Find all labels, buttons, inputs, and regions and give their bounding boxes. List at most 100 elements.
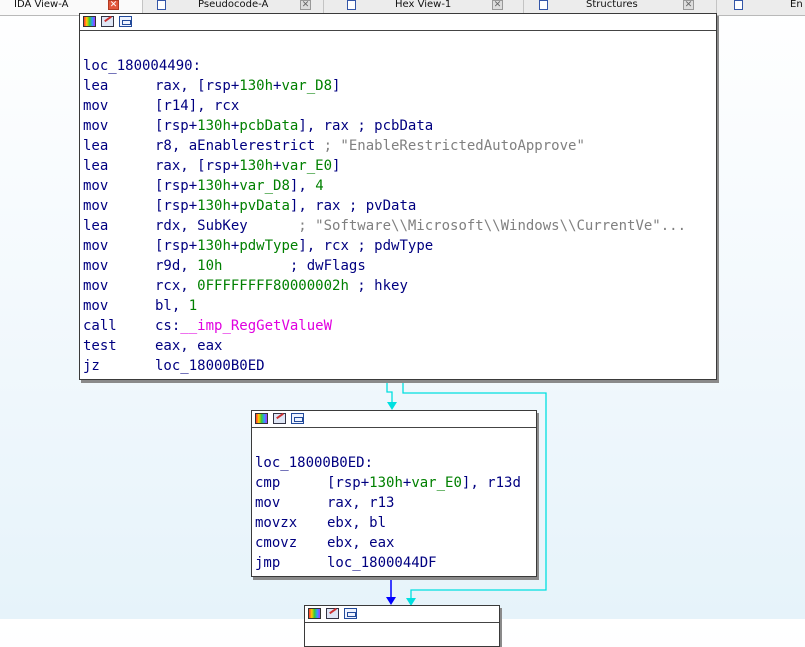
numeric-operand: var_E0 [411, 475, 462, 491]
numeric-operand: var_D8 [281, 78, 333, 94]
numeric-operand: 130h [197, 178, 231, 194]
operand-text: ebx, eax [327, 535, 395, 551]
mnemonic: mov [83, 178, 109, 194]
block-header [252, 411, 536, 428]
graph-block-loc-180004490[interactable]: loc_180004490: lea rax, [rsp+130h+var_D8]… [79, 13, 717, 380]
operands: rax, [rsp+130h+var_D8] [155, 76, 340, 96]
operands: eax, eax [155, 336, 222, 356]
edit-icon[interactable] [101, 16, 114, 27]
operand-text: loc_1800044DF [327, 555, 437, 571]
numeric-operand: var_E0 [281, 158, 333, 174]
numeric-operand: 130h [239, 78, 274, 94]
operand-text: rax, [rsp+ [155, 158, 240, 174]
numeric-operand: pcbData [239, 118, 299, 134]
comment: ; "EnableRestrictedAutoApprove" [323, 138, 585, 154]
mnemonic: mov [83, 278, 109, 294]
edit-icon[interactable] [273, 413, 286, 424]
numeric-operand: 10h [197, 258, 223, 274]
operands: [rsp+130h+var_E0], r13d [327, 473, 521, 493]
graph-icon[interactable] [119, 16, 132, 27]
numeric-operand: 130h [197, 198, 231, 214]
numeric-operand: 130h [239, 158, 274, 174]
operand-text: ] [332, 78, 341, 94]
graph-block-loc-18000b0ed[interactable]: loc_18000B0ED: cmp [rsp+130h+var_E0], r13… [251, 410, 537, 577]
operand-text: ] [332, 158, 341, 174]
numeric-operand: 4 [315, 178, 324, 194]
mnemonic: lea [83, 158, 109, 174]
operand-text: ], rcx ; pdwType [298, 238, 434, 254]
color-palette-icon[interactable] [83, 16, 96, 27]
block-header [80, 14, 716, 31]
mnemonic: mov [255, 495, 281, 511]
operands: r9d, 10h ; dwFlags [155, 256, 366, 276]
mnemonic: cmp [255, 475, 281, 491]
block-label: loc_18000B0ED: [255, 455, 374, 471]
numeric-operand: 0FFFFFFFF80000002h [197, 278, 349, 294]
mnemonic: mov [83, 98, 109, 114]
mnemonic: lea [83, 138, 109, 154]
block-header [305, 606, 499, 623]
operand-text: rax, [rsp+ [155, 78, 240, 94]
mnemonic: mov [83, 258, 109, 274]
operand-text: ebx, bl [327, 515, 387, 531]
numeric-operand: 130h [197, 118, 231, 134]
operands: ebx, eax [327, 533, 394, 553]
mnemonic: mov [83, 118, 109, 134]
operands: rcx, 0FFFFFFFF80000002h ; hkey [155, 276, 408, 296]
numeric-operand: var_D8 [239, 178, 290, 194]
operands: rax, [rsp+130h+var_E0] [155, 156, 340, 176]
operand-text: ; dwFlags [222, 258, 366, 274]
operands: rax, r13 [327, 493, 394, 513]
mnemonic: movzx [255, 515, 298, 531]
numeric-operand: pvData [239, 198, 290, 214]
operand-text: [rsp+ [155, 178, 198, 194]
operand-text: ], rax ; pvData [289, 198, 417, 214]
operand-text: eax, eax [155, 338, 223, 354]
numeric-operand: 1 [188, 298, 198, 314]
mnemonic: jmp [255, 555, 281, 571]
mnemonic: call [83, 318, 117, 334]
graph-icon[interactable] [344, 608, 357, 619]
color-palette-icon[interactable] [308, 608, 321, 619]
operands: [rsp+130h+var_D8], 4 [155, 176, 324, 196]
operand-text: rdx, SubKey [155, 218, 299, 234]
numeric-operand: 130h [197, 238, 231, 254]
operand-text: ], rax ; pcbData [298, 118, 434, 134]
mnemonic: cmovz [255, 535, 298, 551]
color-palette-icon[interactable] [255, 413, 268, 424]
operands: bl, 1 [155, 296, 197, 316]
operand-text: [r14], rcx [155, 98, 240, 114]
graph-block-next[interactable] [304, 605, 500, 647]
operands: [r14], rcx [155, 96, 239, 116]
operands: ebx, bl [327, 513, 386, 533]
mnemonic: test [83, 338, 117, 354]
operands: r8, aEnablerestrict ; "EnableRestrictedA… [155, 136, 585, 156]
mnemonic: lea [83, 218, 109, 234]
operand-text: ], r13d [461, 475, 521, 491]
operand-text: rcx, [155, 278, 198, 294]
import-symbol: __imp_RegGetValueW [180, 318, 333, 334]
edit-icon[interactable] [326, 608, 339, 619]
operands: loc_18000B0ED [155, 356, 265, 376]
edge-true-branch [386, 379, 393, 404]
mnemonic: lea [83, 78, 109, 94]
arrowhead [387, 402, 397, 410]
mnemonic: jz [83, 358, 100, 374]
operands: cs:__imp_RegGetValueW [155, 316, 332, 336]
operand-text: r8, aEnablerestrict [155, 138, 324, 154]
operands: [rsp+130h+pcbData], rax ; pcbData [155, 116, 433, 136]
operands: [rsp+130h+pvData], rax ; pvData [155, 196, 416, 216]
comment: ; "Software\\Microsoft\\Windows\\Current… [298, 218, 687, 234]
operand-text: r9d, [155, 258, 198, 274]
operand-text: bl, [155, 298, 189, 314]
mnemonic: mov [83, 298, 109, 314]
mnemonic: mov [83, 198, 109, 214]
operand-text: [rsp+ [155, 198, 198, 214]
operand-text: [rsp+ [327, 475, 370, 491]
mnemonic: mov [83, 238, 109, 254]
graph-icon[interactable] [291, 413, 304, 424]
operand-text: [rsp+ [155, 238, 198, 254]
operands: [rsp+130h+pdwType], rcx ; pdwType [155, 236, 433, 256]
operand-text: ], [289, 178, 316, 194]
numeric-operand: pdwType [239, 238, 299, 254]
